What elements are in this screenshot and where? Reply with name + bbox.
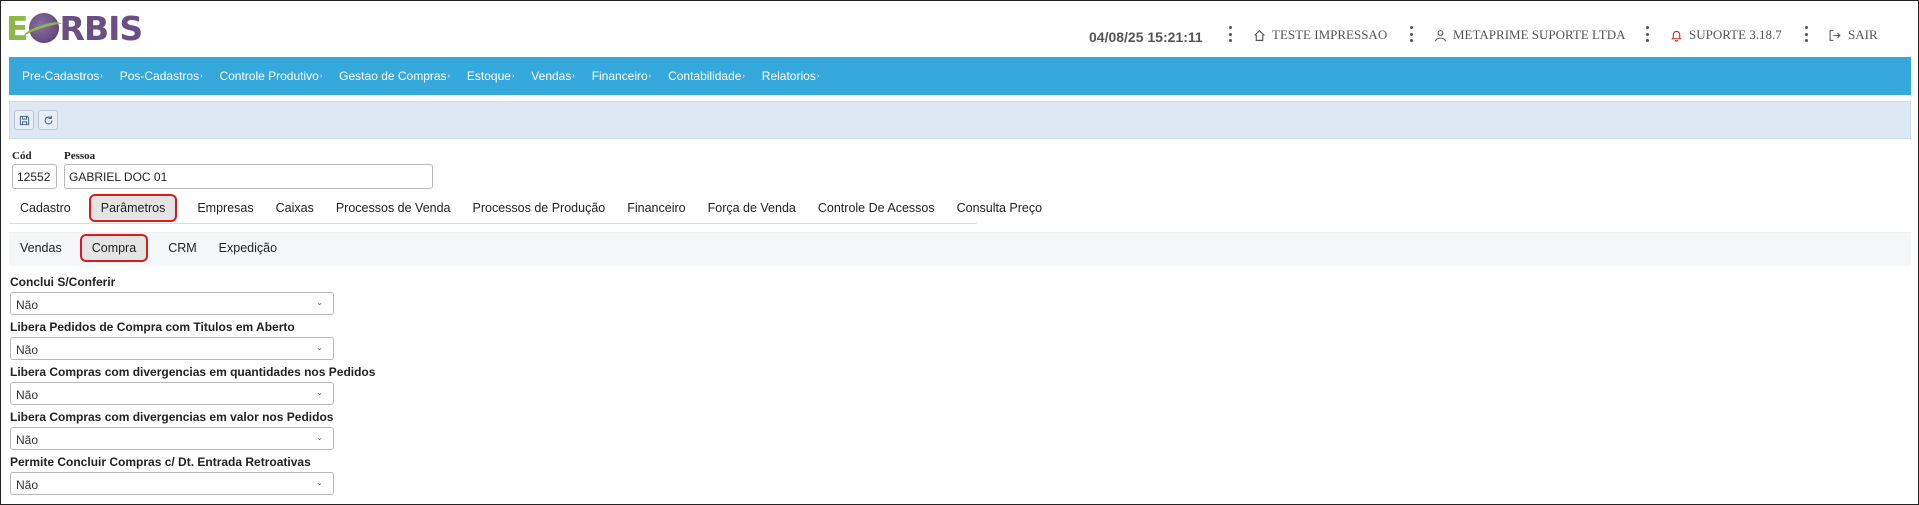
tab-cadastro[interactable]: Cadastro [20,201,71,215]
select-value: Não [16,298,39,312]
company-name: METAPRIME SUPORTE LTDA [1453,27,1626,42]
tab-processos-de-venda[interactable]: Processos de Venda [336,201,451,215]
save-button[interactable] [14,110,34,130]
bell-icon [1671,30,1682,42]
cod-label: Cód [12,150,32,162]
store-selector[interactable]: TESTE IMPRESSAO [1253,27,1387,43]
more-options-icon[interactable] [1804,26,1808,42]
pessoa-field[interactable]: GABRIEL DOC 01 [64,164,433,189]
user-icon [1435,29,1446,41]
subtab-crm[interactable]: CRM [168,241,196,255]
subtab-expedicao[interactable]: Expedição [219,241,277,255]
tab-empresas[interactable]: Empresas [197,201,253,215]
support-version: SUPORTE 3.18.7 [1689,27,1782,42]
conclui-sem-conferir-select[interactable]: Não ⌄ [10,292,334,315]
cod-field[interactable]: 12552 [12,164,57,189]
more-options-icon[interactable] [1228,26,1232,42]
menu-label: Vendas [531,69,572,83]
more-options-icon[interactable] [1645,26,1649,42]
tab-parametros[interactable]: Parâmetros [88,194,178,222]
tab-caixas[interactable]: Caixas [276,201,314,215]
select-value: Não [16,433,39,447]
chevron-down-icon: ⌄ [316,433,323,442]
menu-vendas[interactable]: Vendas› [531,69,574,83]
support-button[interactable]: SUPORTE 3.18.7 [1670,27,1782,43]
chevron-down-icon: ⌄ [316,388,323,397]
logo-letter-e: E [6,8,29,48]
menu-contabilidade[interactable]: Contabilidade› [668,69,745,83]
main-tabs: Cadastro Parâmetros Empresas Caixas Proc… [9,193,1064,223]
sub-tabs: Vendas Compra CRM Expedição [11,233,299,263]
logo-text: RBIS [59,8,144,48]
tabs-divider [9,223,977,224]
menu-label: Relatorios [761,69,816,83]
eorbis-logo[interactable]: E RBIS [6,8,144,48]
logo-orbit-icon [28,13,59,43]
menu-financeiro[interactable]: Financeiro› [592,69,651,83]
menu-label: Controle Produtivo [219,69,319,83]
more-options-icon[interactable] [1409,26,1413,42]
main-menubar: Pre-Cadastros› Pos-Cadastros› Controle P… [9,57,1911,95]
select-value: Não [16,388,39,402]
tab-consulta-preco[interactable]: Consulta Preço [957,201,1042,215]
menu-label: Financeiro [591,69,648,83]
chevron-down-icon: ⌄ [316,478,323,487]
libera-pedidos-titulos-select[interactable]: Não ⌄ [10,337,334,360]
libera-divergencia-valor-label: Libera Compras com divergencias em valor… [10,410,334,424]
tab-forca-de-venda[interactable]: Força de Venda [708,201,796,215]
select-value: Não [16,478,39,492]
company-selector[interactable]: METAPRIME SUPORTE LTDA [1434,27,1626,43]
pessoa-label: Pessoa [64,150,96,162]
app-header: E RBIS 04/08/25 15:21:11 TESTE IMPRESSAO… [0,0,1919,56]
libera-divergencia-valor-select[interactable]: Não ⌄ [10,427,334,450]
subtab-compra[interactable]: Compra [79,234,149,262]
logout-icon [1829,29,1841,41]
menu-pos-cadastros[interactable]: Pos-Cadastros› [120,69,203,83]
logout-label: SAIR [1848,27,1878,42]
menu-pre-cadastros[interactable]: Pre-Cadastros› [22,69,103,83]
menu-label: Contabilidade [668,69,742,83]
menu-estoque[interactable]: Estoque› [467,69,514,83]
refresh-icon [44,115,52,124]
tab-controle-de-acessos[interactable]: Controle De Acessos [818,201,935,215]
tab-financeiro[interactable]: Financeiro [627,201,685,215]
home-icon [1254,29,1265,41]
save-icon [19,115,29,125]
permite-entrada-retroativa-label: Permite Concluir Compras c/ Dt. Entrada … [10,455,311,469]
libera-divergencia-quantidade-label: Libera Compras com divergencias em quant… [10,365,376,379]
menu-label: Estoque [466,69,511,83]
chevron-down-icon: ⌄ [316,298,323,307]
logout-button[interactable]: SAIR [1828,27,1878,43]
tab-processos-de-producao[interactable]: Processos de Produção [473,201,606,215]
conclui-sem-conferir-label: Conclui S/Conferir [10,275,116,289]
datetime-display: 04/08/25 15:21:11 [1089,29,1203,45]
libera-divergencia-quantidade-select[interactable]: Não ⌄ [10,382,334,405]
menu-relatorios[interactable]: Relatorios› [762,69,819,83]
menu-label: Gestao de Compras [339,69,447,83]
select-value: Não [16,343,39,357]
subtab-vendas[interactable]: Vendas [20,241,62,255]
menu-label: Pos-Cadastros [119,69,200,83]
menu-label: Pre-Cadastros [22,69,100,83]
menu-controle-produtivo[interactable]: Controle Produtivo› [219,69,322,83]
refresh-button[interactable] [38,110,58,130]
permite-entrada-retroativa-select[interactable]: Não ⌄ [10,472,334,495]
libera-pedidos-titulos-label: Libera Pedidos de Compra com Titulos em … [10,320,295,334]
menu-gestao-de-compras[interactable]: Gestao de Compras› [339,69,450,83]
chevron-down-icon: ⌄ [316,343,323,352]
action-toolbar [9,101,1911,139]
store-name: TESTE IMPRESSAO [1272,27,1388,42]
